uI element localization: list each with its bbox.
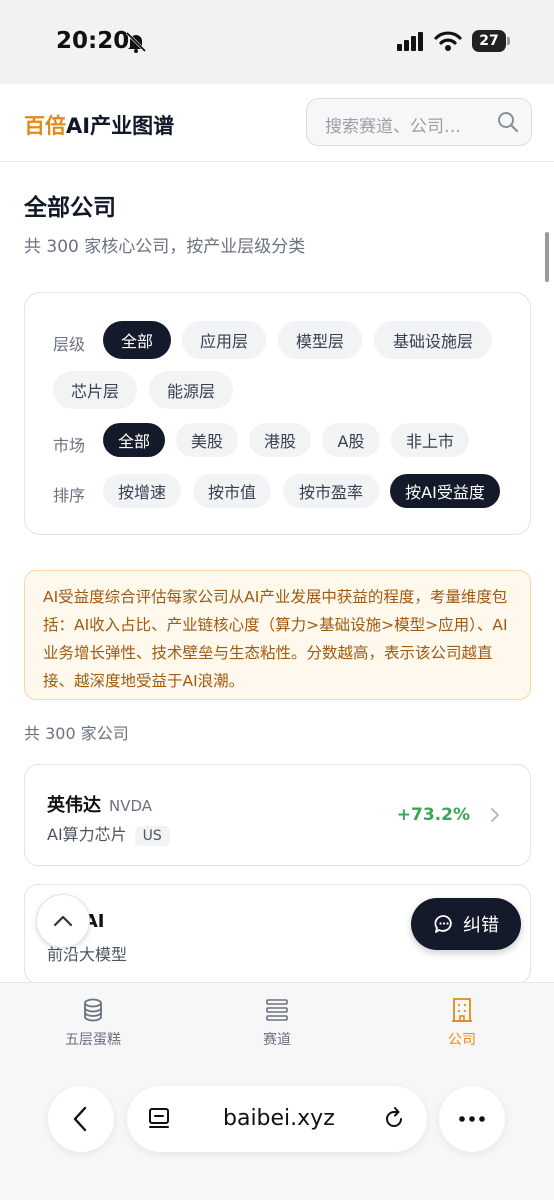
- chevron-left-icon: [73, 1106, 87, 1132]
- company-count: 共 300 家公司: [24, 724, 129, 743]
- url-text: baibei.xyz: [223, 1106, 335, 1131]
- company-sector: AI算力芯片 US: [47, 821, 170, 846]
- feedback-label: 纠错: [463, 915, 499, 936]
- tabs-icon: [149, 1108, 169, 1128]
- nav-label: 赛道: [263, 1032, 291, 1048]
- nav-label: 五层蛋糕: [65, 1032, 121, 1048]
- page-title: 全部公司: [24, 195, 116, 221]
- market-chip-unlisted[interactable]: 非上市: [391, 423, 469, 457]
- wifi-icon: [434, 31, 462, 51]
- more-dots-icon: [459, 1116, 485, 1122]
- bell-off-icon: [125, 31, 147, 53]
- brand-name: AI产业图谱: [66, 114, 175, 138]
- search-placeholder: 搜索赛道、公司…: [325, 117, 461, 137]
- filter-card: 层级 全部 应用层 模型层 基础设施层 芯片层 能源层 市场 全部 美股 港股 …: [24, 292, 531, 535]
- ai-benefit-info: AI受益度综合评估每家公司从AI产业发展中获益的程度，考量维度包括：AI收入占比…: [24, 570, 531, 700]
- nav-tab-tracks[interactable]: 赛道: [217, 997, 337, 1049]
- layer-chip-infrastructure[interactable]: 基础设施层: [374, 321, 492, 359]
- scroll-to-top-button[interactable]: [36, 894, 90, 948]
- market-chip-a-share[interactable]: A股: [322, 423, 380, 457]
- nav-tab-companies[interactable]: 公司: [402, 997, 522, 1049]
- chevron-right-icon: [491, 808, 499, 822]
- layers-icon: [266, 999, 288, 1021]
- company-ticker: NVDA: [109, 797, 153, 815]
- layer-chip-model[interactable]: 模型层: [278, 321, 362, 359]
- page-subtitle: 共 300 家核心公司，按产业层级分类: [24, 237, 306, 257]
- address-bar[interactable]: baibei.xyz: [127, 1086, 427, 1152]
- battery-icon: 27: [472, 30, 506, 52]
- browser-back-button[interactable]: [48, 1086, 114, 1152]
- chevron-up-icon: [53, 915, 73, 927]
- chat-bubble-icon: [434, 915, 452, 933]
- search-input[interactable]: 搜索赛道、公司…: [306, 98, 532, 146]
- layer-chip-energy[interactable]: 能源层: [149, 371, 233, 409]
- search-icon[interactable]: [497, 111, 519, 133]
- status-bar: 20:20 27: [0, 0, 554, 84]
- feedback-button[interactable]: 纠错: [411, 898, 521, 950]
- signal-icon: [397, 32, 423, 51]
- sort-chip-growth[interactable]: 按增速: [103, 474, 181, 508]
- layer-chip-chip[interactable]: 芯片层: [53, 371, 137, 409]
- app-header: 百倍AI产业图谱 搜索赛道、公司…: [0, 84, 554, 162]
- sort-chip-ai-benefit[interactable]: 按AI受益度: [390, 474, 500, 508]
- cake-icon: [84, 998, 102, 1022]
- status-time: 20:20: [56, 28, 130, 54]
- more-options-button[interactable]: [439, 1086, 505, 1152]
- sort-chip-market-cap[interactable]: 按市值: [193, 474, 271, 508]
- layer-chip-all[interactable]: 全部: [103, 321, 171, 359]
- company-card-nvidia[interactable]: 英伟达 NVDA AI算力芯片 US +73.2%: [24, 764, 531, 866]
- nav-tab-cake[interactable]: 五层蛋糕: [33, 997, 153, 1049]
- reload-icon[interactable]: [381, 1106, 407, 1132]
- nav-label: 公司: [448, 1032, 476, 1048]
- market-tag: US: [134, 826, 170, 846]
- market-chip-us[interactable]: 美股: [176, 423, 238, 457]
- company-growth: +73.2%: [396, 805, 470, 825]
- sort-filter-label: 排序: [53, 486, 86, 505]
- company-name: 英伟达 NVDA: [47, 795, 153, 816]
- building-icon: [452, 998, 472, 1022]
- layer-filter-label: 层级: [53, 335, 86, 354]
- market-filter-label: 市场: [53, 436, 86, 455]
- brand-logo[interactable]: 百倍AI产业图谱: [24, 110, 174, 140]
- sort-chip-pe[interactable]: 按市盈率: [283, 474, 379, 508]
- scrollbar[interactable]: [545, 232, 549, 282]
- market-chip-hk[interactable]: 港股: [249, 423, 311, 457]
- market-chip-all[interactable]: 全部: [103, 423, 165, 457]
- layer-chip-application[interactable]: 应用层: [182, 321, 266, 359]
- battery-cap: [507, 37, 510, 45]
- brand-accent: 百倍: [24, 114, 66, 138]
